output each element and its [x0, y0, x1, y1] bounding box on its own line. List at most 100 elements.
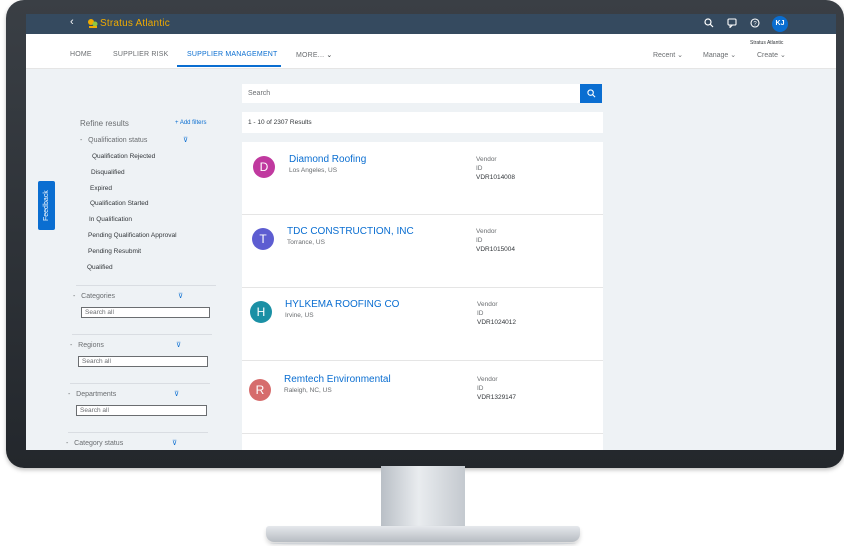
- list-item[interactable]: T TDC CONSTRUCTION, INC Torrance, US Ven…: [242, 215, 603, 288]
- list-item[interactable]: H HYLKEMA ROOFING CO Irvine, US Vendor I…: [242, 288, 603, 361]
- filter-icon[interactable]: ⊽: [178, 292, 183, 300]
- filter-option[interactable]: Expired: [90, 185, 112, 192]
- monitor-stand-neck: [381, 466, 465, 528]
- filter-option[interactable]: In Qualification: [89, 216, 132, 223]
- divider: [68, 432, 208, 433]
- supplier-name[interactable]: Remtech Environmental: [284, 374, 391, 385]
- supplier-location: Los Angeles, US: [289, 167, 338, 174]
- qualification-status-label: Qualification status: [88, 137, 148, 144]
- right-pane: [613, 69, 836, 450]
- search-icon[interactable]: [704, 18, 714, 28]
- supplier-id: VDR1329147: [477, 394, 517, 401]
- supplier-meta: Vendor ID VDR1329147: [477, 375, 516, 402]
- supplier-location: Raleigh, NC, US: [284, 387, 332, 394]
- divider: [76, 285, 216, 286]
- supplier-meta: Vendor ID VDR1024012: [477, 300, 516, 327]
- tab-more[interactable]: MORE... ⌄: [296, 51, 332, 59]
- recent-label: Recent: [653, 52, 676, 59]
- active-tab-indicator: [177, 65, 281, 67]
- manage-menu[interactable]: Manage ⌄: [703, 51, 736, 59]
- tab-more-label: MORE...: [296, 52, 325, 59]
- filter-icon[interactable]: ⊽: [172, 439, 177, 447]
- chevron-down-icon: ⌄: [677, 52, 684, 59]
- categories-search-input[interactable]: Search all: [81, 307, 210, 318]
- stand-shadow: [270, 542, 576, 545]
- search-icon: [586, 89, 595, 98]
- search-input[interactable]: Search: [242, 84, 580, 103]
- supplier-id-label: ID: [477, 385, 484, 392]
- regions-label: Regions: [78, 342, 104, 349]
- regions-search-input[interactable]: Search all: [78, 356, 208, 367]
- company-subtitle: Stratus Atlantic: [750, 40, 784, 46]
- list-item[interactable]: D Diamond Roofing Los Angeles, US Vendor…: [242, 142, 603, 215]
- supplier-id-label: ID: [476, 165, 483, 172]
- divider: [72, 334, 212, 335]
- supplier-name[interactable]: TDC CONSTRUCTION, INC: [287, 226, 414, 237]
- supplier-type: Vendor: [476, 228, 497, 235]
- supplier-meta: Vendor ID VDR1014008: [476, 155, 515, 182]
- departments-label: Departments: [76, 391, 117, 398]
- chevron-down-icon: ⌄: [326, 52, 333, 59]
- list-item[interactable]: R Remtech Environmental Raleigh, NC, US …: [242, 361, 603, 434]
- categories-header[interactable]: - Categories: [73, 293, 115, 300]
- company-name: Stratus Atlantic: [100, 18, 170, 29]
- filter-icon[interactable]: ⊽: [174, 390, 179, 398]
- filter-icon[interactable]: ⊽: [176, 341, 181, 349]
- supplier-id-label: ID: [476, 237, 483, 244]
- category-status-label: Category status: [74, 440, 124, 447]
- departments-search-input[interactable]: Search all: [76, 405, 207, 416]
- supplier-meta: Vendor ID VDR1015004: [476, 227, 515, 254]
- avatar: H: [250, 301, 272, 323]
- filter-option[interactable]: Disqualified: [91, 169, 125, 176]
- supplier-id: VDR1015004: [476, 246, 516, 253]
- supplier-id: VDR1014008: [476, 174, 516, 181]
- screen: ‹ Stratus Atlantic ? KJ HOME SUPPLIER RI…: [26, 14, 836, 450]
- avatar: D: [253, 156, 275, 178]
- user-avatar[interactable]: KJ: [772, 16, 788, 32]
- search-button[interactable]: [580, 84, 602, 103]
- supplier-name[interactable]: Diamond Roofing: [289, 154, 366, 165]
- filter-option[interactable]: Qualification Started: [90, 200, 149, 207]
- add-filters-link[interactable]: + Add filters: [175, 120, 207, 126]
- supplier-location: Torrance, US: [287, 239, 325, 246]
- supplier-id: VDR1024012: [477, 319, 517, 326]
- supplier-type: Vendor: [477, 376, 498, 383]
- results-bar: 1 - 10 of 2307 Results: [242, 112, 603, 133]
- shell-bar: ‹ Stratus Atlantic ? KJ: [26, 14, 836, 34]
- tab-supplier-management[interactable]: SUPPLIER MANAGEMENT: [187, 51, 278, 58]
- supplier-location: Irvine, US: [285, 312, 314, 319]
- nav-bar: HOME SUPPLIER RISK SUPPLIER MANAGEMENT M…: [26, 34, 836, 69]
- tab-supplier-risk[interactable]: SUPPLIER RISK: [113, 51, 169, 58]
- create-menu[interactable]: Create ⌄: [757, 51, 786, 59]
- manage-label: Manage: [703, 52, 729, 59]
- category-status-header[interactable]: - Category status: [66, 440, 123, 447]
- filter-icon[interactable]: ⊽: [183, 136, 188, 144]
- filter-option[interactable]: Qualified: [87, 264, 113, 271]
- categories-label: Categories: [81, 293, 116, 300]
- chevron-down-icon: ⌄: [730, 52, 737, 59]
- results-count: 1 - 10 of 2307 Results: [248, 119, 312, 126]
- filter-option[interactable]: Qualification Rejected: [92, 153, 155, 160]
- sidebar: Refine results + Add filters - Qualifica…: [26, 69, 238, 450]
- supplier-type: Vendor: [477, 301, 498, 308]
- qualification-status-header[interactable]: - Qualification status: [80, 137, 147, 144]
- filter-option[interactable]: Pending Resubmit: [88, 248, 141, 255]
- monitor-stand-base: [266, 526, 580, 542]
- supplier-type: Vendor: [476, 156, 497, 163]
- chat-icon[interactable]: [727, 18, 737, 28]
- divider: [70, 383, 210, 384]
- recent-menu[interactable]: Recent ⌄: [653, 51, 683, 59]
- departments-header[interactable]: - Departments: [68, 391, 116, 398]
- monitor-frame: ‹ Stratus Atlantic ? KJ HOME SUPPLIER RI…: [6, 0, 844, 468]
- tab-home[interactable]: HOME: [70, 51, 92, 58]
- supplier-name[interactable]: HYLKEMA ROOFING CO: [285, 299, 399, 310]
- create-label: Create: [757, 52, 779, 59]
- feedback-button[interactable]: Feedback: [38, 181, 55, 230]
- supplier-id-label: ID: [477, 310, 484, 317]
- filter-option[interactable]: Pending Qualification Approval: [88, 232, 177, 239]
- refine-results-title: Refine results: [80, 119, 129, 128]
- regions-header[interactable]: - Regions: [70, 342, 104, 349]
- back-button[interactable]: ‹: [70, 16, 74, 28]
- help-icon[interactable]: ?: [750, 18, 760, 28]
- company-logo-icon: [88, 19, 98, 28]
